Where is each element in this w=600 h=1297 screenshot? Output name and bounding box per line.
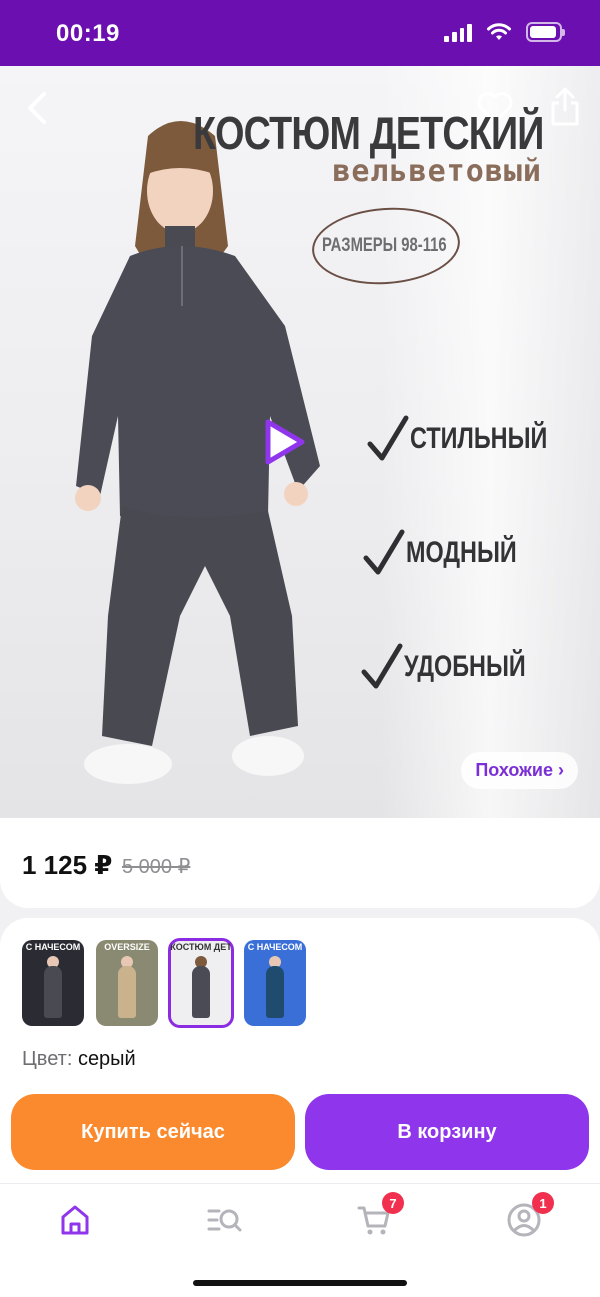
status-icons bbox=[444, 22, 565, 42]
variant-thumb-label: С НАЧЕСОМ bbox=[25, 942, 81, 952]
variant-thumb-label: С НАЧЕСОМ bbox=[247, 942, 303, 952]
nav-home[interactable] bbox=[57, 1202, 93, 1238]
variant-thumb[interactable]: С НАЧЕСОМ bbox=[244, 940, 306, 1026]
check-icon bbox=[361, 643, 403, 689]
color-value: серый bbox=[77, 1048, 136, 1070]
feature-fashionable: МОДНЫЙ bbox=[362, 528, 548, 578]
similar-products-link[interactable]: Похожие › bbox=[461, 752, 578, 789]
color-row: Цвет: серый bbox=[22, 1048, 136, 1071]
color-label: Цвет: bbox=[22, 1048, 73, 1070]
price-current: 1 125 ₽ bbox=[22, 850, 113, 880]
feature-label: СТИЛЬНЫЙ bbox=[410, 422, 548, 455]
variant-thumb-label: КОСТЮМ ДЕТ bbox=[170, 942, 232, 952]
variant-thumbnails: С НАЧЕСОМ OVERSIZE КОСТЮМ ДЕТ С НАЧЕСОМ bbox=[22, 938, 306, 1028]
play-video-button[interactable] bbox=[258, 416, 310, 468]
price-old: 5 000 ₽ bbox=[122, 856, 191, 878]
chevron-left-icon bbox=[28, 92, 46, 124]
variant-thumb-label: OVERSIZE bbox=[104, 942, 150, 952]
feature-label: МОДНЫЙ bbox=[406, 536, 517, 569]
status-bar: 00:19 bbox=[0, 0, 600, 66]
product-image[interactable]: КОСТЮМ ДЕТСКИЙ вельветовый РАЗМЕРЫ 98-11… bbox=[0, 66, 600, 818]
variant-thumb[interactable]: OVERSIZE bbox=[96, 940, 158, 1026]
share-icon bbox=[551, 87, 579, 126]
feature-comfortable: УДОБНЫЙ bbox=[360, 642, 560, 692]
buy-now-button[interactable]: Купить сейчас bbox=[11, 1094, 295, 1170]
promo-title: КОСТЮМ ДЕТСКИЙ bbox=[193, 107, 544, 159]
battery-icon bbox=[526, 22, 565, 42]
profile-badge: 1 bbox=[532, 1192, 554, 1214]
wifi-icon bbox=[487, 23, 511, 40]
catalog-search-icon bbox=[207, 1209, 242, 1232]
nav-cart[interactable]: 7 bbox=[356, 1192, 404, 1238]
back-button[interactable] bbox=[20, 86, 56, 130]
feature-stylish: СТИЛЬНЫЙ bbox=[366, 414, 586, 464]
nav-profile[interactable]: 1 bbox=[506, 1192, 554, 1238]
nav-catalog-search[interactable] bbox=[206, 1202, 242, 1238]
promo-sizes: РАЗМЕРЫ 98-116 bbox=[322, 235, 447, 256]
home-indicator bbox=[193, 1280, 407, 1286]
promo-subtitle: вельветовый bbox=[332, 154, 542, 189]
variant-thumb-selected[interactable]: КОСТЮМ ДЕТ bbox=[168, 938, 234, 1028]
signal-icon bbox=[444, 22, 472, 42]
variants-card: С НАЧЕСОМ OVERSIZE КОСТЮМ ДЕТ С НАЧЕСОМ … bbox=[0, 918, 600, 1198]
home-icon bbox=[61, 1205, 89, 1235]
add-to-cart-button[interactable]: В корзину bbox=[305, 1094, 589, 1170]
check-icon bbox=[367, 415, 409, 461]
cart-badge: 7 bbox=[382, 1192, 404, 1214]
share-button[interactable] bbox=[548, 86, 582, 128]
play-icon bbox=[265, 419, 305, 465]
price-card: 1 125 ₽ 5 000 ₽ bbox=[0, 818, 600, 908]
variant-thumb[interactable]: С НАЧЕСОМ bbox=[22, 940, 84, 1026]
status-time: 00:19 bbox=[56, 20, 120, 47]
feature-label: УДОБНЫЙ bbox=[404, 650, 526, 683]
check-icon bbox=[363, 529, 405, 575]
